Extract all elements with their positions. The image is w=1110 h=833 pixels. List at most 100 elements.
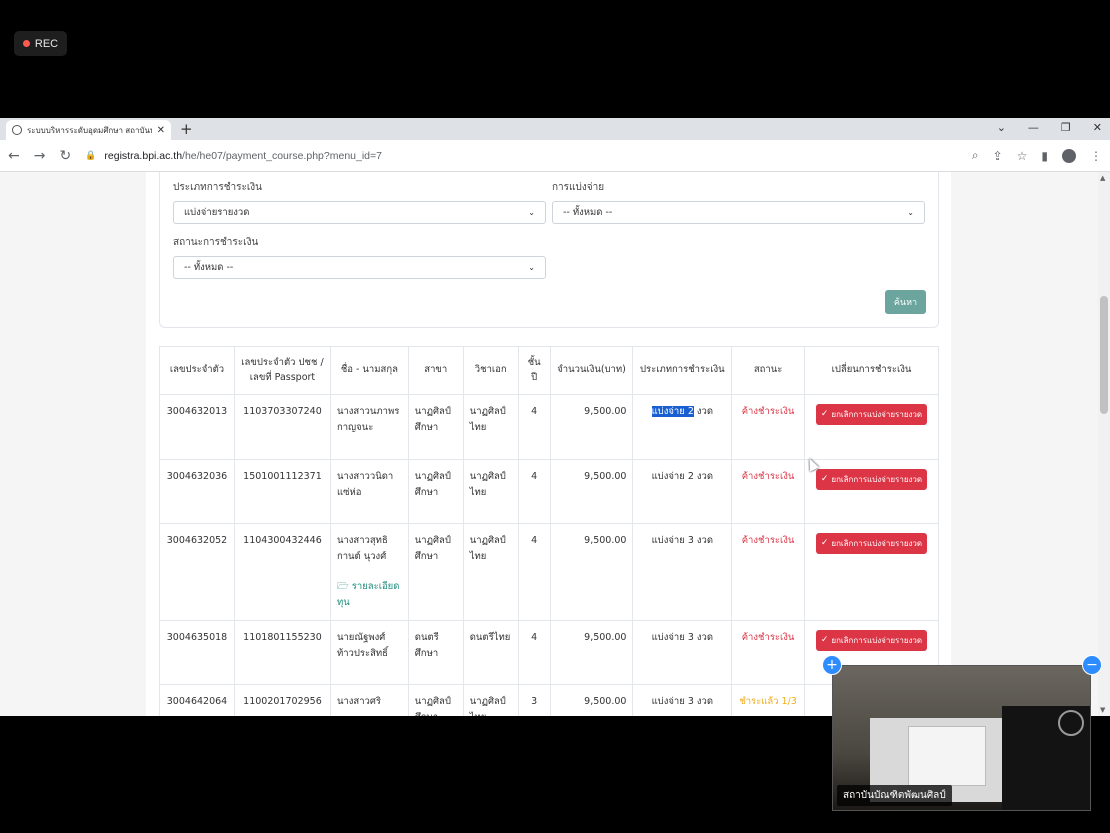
cancel-installment-label: ยกเลิกการแบ่งจ่ายรายงวด [831, 474, 923, 484]
video-overlay[interactable]: สถาบันบัณฑิตพัฒนศิลป์ [832, 665, 1091, 811]
col-header: ชั้นปี [517, 346, 551, 395]
scroll-up-icon[interactable]: ▲ [1100, 174, 1105, 182]
zoom-out-icon[interactable]: − [1082, 655, 1102, 675]
page-scrollbar[interactable]: ▲ ▼ [1098, 172, 1110, 716]
cancel-installment-button[interactable]: ✓ ยกเลิกการแบ่งจ่ายรายงวด [815, 630, 928, 652]
payment-status-select[interactable]: -- ทั้งหมด -- ⌄ [173, 256, 546, 279]
address-bar: ← → ↻ 🔒 registra.bpi.ac.th /he/he07/paym… [0, 140, 1110, 172]
status: ชำระแล้ว 1/3 [731, 684, 805, 716]
scrollbar-thumb[interactable] [1100, 296, 1108, 414]
payment-type-select[interactable]: แบ่งจ่ายรายงวด ⌄ [173, 201, 546, 224]
student-id: 3004642064 [159, 684, 235, 716]
page-content: ประเภทการชำระเงิน แบ่งจ่ายรายงวด ⌄ การแบ… [146, 172, 951, 716]
selected-text: แบ่งจ่าย 2 [651, 406, 694, 417]
major: นาฏศิลป์ไทย [462, 684, 519, 716]
recording-indicator: REC [14, 31, 67, 56]
major: นาฏศิลป์ไทย [462, 523, 519, 621]
side-panel-icon[interactable]: ▮ [1041, 149, 1048, 163]
student-name: นางสาวศริ [329, 684, 409, 716]
reload-icon[interactable]: ↻ [59, 148, 71, 164]
payment-type: แบ่งจ่าย 3 งวด [632, 523, 733, 621]
table-row: 3004632052 1104300432446 นางสาวสุทธิกานต… [159, 523, 940, 621]
national-id: 1101801155230 [233, 620, 331, 685]
cancel-installment-label: ยกเลิกการแบ่งจ่ายรายงวด [831, 538, 923, 548]
tab-search-icon[interactable]: ⌄ [997, 121, 1006, 134]
col-header: เลขประจำตัว ปชช / เลขที่ Passport [233, 346, 331, 395]
tab-strip: ระบบบริหารระดับอุดมศึกษา สถาบันบัณฑิต ✕ … [0, 118, 1110, 140]
tab-title: ระบบบริหารระดับอุดมศึกษา สถาบันบัณฑิต [27, 125, 152, 135]
search-button[interactable]: ค้นหา [885, 290, 926, 314]
amount: 9,500.00 [549, 684, 634, 716]
url-path: /he/he07/payment_course.php?menu_id=7 [182, 149, 382, 162]
filter-panel: ประเภทการชำระเงิน แบ่งจ่ายรายงวด ⌄ การแบ… [159, 172, 939, 328]
status: ค้างชำระเงิน [731, 459, 805, 524]
check-icon: ✓ [820, 635, 829, 645]
payment-type: แบ่งจ่าย 2 งวด [632, 459, 733, 524]
student-id: 3004632013 [159, 394, 235, 460]
status: ค้างชำระเงิน [731, 394, 805, 460]
back-icon[interactable]: ← [8, 148, 20, 164]
record-dot-icon [22, 40, 30, 47]
close-window-icon[interactable]: ✕ [1093, 121, 1102, 134]
year: 4 [517, 620, 551, 685]
chevron-down-icon: ⌄ [907, 208, 914, 217]
student-id: 3004632052 [159, 523, 235, 621]
wall-fan-icon [1058, 710, 1084, 736]
year: 4 [517, 523, 551, 621]
amount: 9,500.00 [549, 620, 634, 685]
student-name: นายณัฐพงศ์ ท้าวประสิทธิ์ [329, 620, 409, 685]
zoom-icon[interactable]: ⌕ [972, 148, 979, 163]
check-icon: ✓ [820, 409, 829, 419]
payment-type: แบ่งจ่าย 2 งวด [632, 394, 733, 460]
menu-kebab-icon[interactable]: ⋮ [1090, 149, 1102, 163]
table-row: 3004642064 1100201702956 นางสาวศริ นาฏศิ… [159, 684, 940, 716]
major: ดนตรีไทย [462, 620, 519, 685]
check-icon: ✓ [820, 538, 829, 548]
year: 3 [517, 684, 551, 716]
lock-icon[interactable]: 🔒 [85, 150, 96, 161]
payment-type: แบ่งจ่าย 3 งวด [632, 620, 733, 685]
amount: 9,500.00 [549, 394, 634, 460]
cancel-installment-label: ยกเลิกการแบ่งจ่ายรายงวด [831, 409, 923, 419]
major: นาฏศิลป์ไทย [462, 459, 519, 524]
browser-tab[interactable]: ระบบบริหารระดับอุดมศึกษา สถาบันบัณฑิต ✕ [6, 120, 171, 140]
branch: นาฏศิลป์ศึกษา [407, 684, 464, 716]
cancel-installment-button[interactable]: ✓ ยกเลิกการแบ่งจ่ายรายงวด [815, 404, 928, 426]
recording-label: REC [34, 37, 59, 50]
col-header: สถานะ [731, 346, 805, 395]
restore-icon[interactable]: ❐ [1061, 121, 1071, 134]
branch: นาฏศิลป์ศึกษา [407, 459, 464, 524]
page-viewport: ประเภทการชำระเงิน แบ่งจ่ายรายงวด ⌄ การแบ… [0, 172, 1110, 716]
major: นาฏศิลป์ไทย [462, 394, 519, 460]
table-row: 3004635018 1101801155230 นายณัฐพงศ์ ท้าว… [159, 620, 940, 685]
scroll-down-icon[interactable]: ▼ [1100, 706, 1105, 714]
scholarship-detail-link[interactable]: 🗁 รายละเอียดทุน [337, 579, 402, 611]
status: ค้างชำระเงิน [731, 620, 805, 685]
amount: 9,500.00 [549, 459, 634, 524]
share-icon[interactable]: ⇪ [993, 149, 1003, 163]
table-row: 3004632036 1501001112371 นางสาววนิดา แซ่… [159, 459, 940, 524]
minimize-icon[interactable]: — [1028, 121, 1039, 134]
installment-select[interactable]: -- ทั้งหมด -- ⌄ [552, 201, 925, 224]
tab-close-icon[interactable]: ✕ [157, 125, 165, 136]
cancel-installment-button[interactable]: ✓ ยกเลิกการแบ่งจ่ายรายงวด [815, 469, 928, 491]
profile-avatar-icon[interactable] [1062, 148, 1076, 163]
new-tab-icon[interactable]: + [180, 120, 193, 138]
payment-status-label: สถานะการชำระเงิน [173, 237, 259, 248]
cancel-installment-button[interactable]: ✓ ยกเลิกการแบ่งจ่ายรายงวด [815, 533, 928, 555]
bookmark-star-icon[interactable]: ☆ [1017, 149, 1028, 163]
cancel-installment-label: ยกเลิกการแบ่งจ่ายรายงวด [831, 635, 923, 645]
student-name-cell: นางสาวสุทธิกานต์ นุวงศ์ 🗁 รายละเอียดทุน [329, 523, 409, 621]
student-name: นางสาววนิดา แซ่ห่อ [329, 459, 409, 524]
payment-type: แบ่งจ่าย 3 งวด [632, 684, 733, 716]
student-id: 3004635018 [159, 620, 235, 685]
window-controls: ⌄ — ❐ ✕ [997, 121, 1102, 134]
national-id: 1100201702956 [233, 684, 331, 716]
branch: นาฏศิลป์ศึกษา [407, 394, 464, 460]
url-field[interactable]: 🔒 registra.bpi.ac.th /he/he07/payment_co… [85, 150, 972, 162]
col-header: จำนวนเงิน(บาท) [549, 346, 634, 395]
forward-icon[interactable]: → [34, 148, 46, 164]
zoom-in-icon[interactable]: + [822, 655, 842, 675]
col-header: ประเภทการชำระเงิน [632, 346, 733, 395]
col-header: เปลี่ยนการชำระเงิน [803, 346, 940, 395]
